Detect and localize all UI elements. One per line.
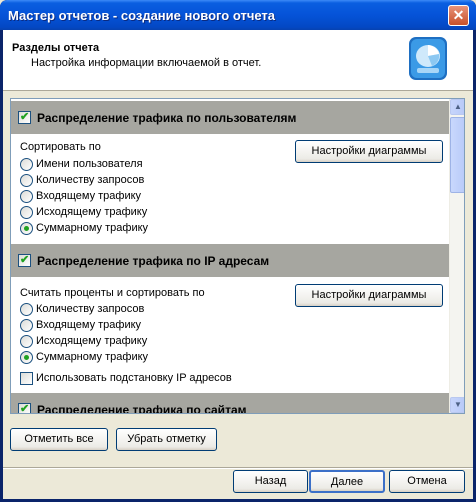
radio-label: Исходящему трафику <box>36 206 148 218</box>
radio-label: Входящему трафику <box>36 319 142 331</box>
section-title-users: Распределение трафика по пользователям <box>37 111 297 125</box>
radio-label: Исходящему трафику <box>36 335 148 347</box>
radio-users-total[interactable] <box>20 222 33 235</box>
radio-users-requests[interactable] <box>20 174 33 187</box>
scroll-down-icon: ▼ <box>454 400 462 409</box>
next-button[interactable]: Далее <box>309 470 385 493</box>
radio-users-outgoing[interactable] <box>20 206 33 219</box>
close-button[interactable]: ✕ <box>448 5 469 26</box>
ip-substitution-checkbox[interactable] <box>20 372 33 385</box>
title-bar[interactable]: Мастер отчетов - создание нового отчета … <box>0 0 476 30</box>
chart-settings-button-ip[interactable]: Настройки диаграммы <box>295 284 443 307</box>
vertical-scrollbar[interactable]: ▲ ▼ <box>449 99 464 413</box>
radio-ip-requests[interactable] <box>20 303 33 316</box>
scroll-up-icon: ▲ <box>454 102 462 111</box>
radio-users-incoming[interactable] <box>20 190 33 203</box>
radio-selected-dot <box>24 226 29 231</box>
section-checkbox-sites[interactable]: ✔ <box>18 403 31 413</box>
radio-label: Суммарному трафику <box>36 222 149 234</box>
scroll-down-button[interactable]: ▼ <box>450 397 464 413</box>
radio-ip-total[interactable] <box>20 351 33 364</box>
check-icon: ✔ <box>20 254 30 266</box>
scroll-thumb[interactable] <box>450 117 464 193</box>
page-title: Разделы отчета <box>12 42 100 54</box>
section-title-ip: Распределение трафика по IP адресам <box>37 254 270 268</box>
dialog-window: Мастер отчетов - создание нового отчета … <box>0 0 476 502</box>
section-header-sites: ✔ Распределение трафика по сайтам <box>11 393 449 413</box>
back-button[interactable]: Назад <box>233 470 308 493</box>
sections-list[interactable]: ✔ Распределение трафика по пользователям… <box>10 98 465 414</box>
sort-group-label-ip: Считать проценты и сортировать по <box>20 287 205 299</box>
section-title-sites: Распределение трафика по сайтам <box>37 403 247 413</box>
uncheck-all-button[interactable]: Убрать отметку <box>116 428 217 451</box>
radio-label: Имени пользователя <box>36 158 143 170</box>
radio-selected-dot <box>24 355 29 360</box>
radio-label: Количеству запросов <box>36 303 145 315</box>
page-subtitle: Настройка информации включаемой в отчет. <box>31 57 262 69</box>
check-icon: ✔ <box>20 403 30 413</box>
close-icon: ✕ <box>452 7 465 23</box>
cancel-button[interactable]: Отмена <box>389 470 465 493</box>
section-checkbox-ip[interactable]: ✔ <box>18 254 31 267</box>
footer-separator <box>3 467 473 469</box>
radio-label: Количеству запросов <box>36 174 145 186</box>
window-title: Мастер отчетов - создание нового отчета <box>8 8 276 23</box>
check-icon: ✔ <box>20 111 30 123</box>
wizard-header: Разделы отчета Настройка информации вклю… <box>3 30 473 91</box>
radio-ip-incoming[interactable] <box>20 319 33 332</box>
sort-group-label-users: Сортировать по <box>20 141 101 153</box>
radio-label: Суммарному трафику <box>36 351 149 363</box>
chart-settings-button-users[interactable]: Настройки диаграммы <box>295 140 443 163</box>
radio-ip-outgoing[interactable] <box>20 335 33 348</box>
radio-users-name[interactable] <box>20 158 33 171</box>
dialog-client: Разделы отчета Настройка информации вклю… <box>3 30 473 499</box>
report-wizard-icon <box>409 37 447 80</box>
radio-label: Входящему трафику <box>36 190 142 202</box>
scroll-up-button[interactable]: ▲ <box>450 99 464 115</box>
section-header-users: ✔ Распределение трафика по пользователям <box>11 101 449 134</box>
section-header-ip: ✔ Распределение трафика по IP адресам <box>11 244 449 277</box>
section-checkbox-users[interactable]: ✔ <box>18 111 31 124</box>
sections-list-content: ✔ Распределение трафика по пользователям… <box>11 99 449 413</box>
check-all-button[interactable]: Отметить все <box>10 428 108 451</box>
ip-substitution-label: Использовать подстановку IP адресов <box>36 372 232 384</box>
